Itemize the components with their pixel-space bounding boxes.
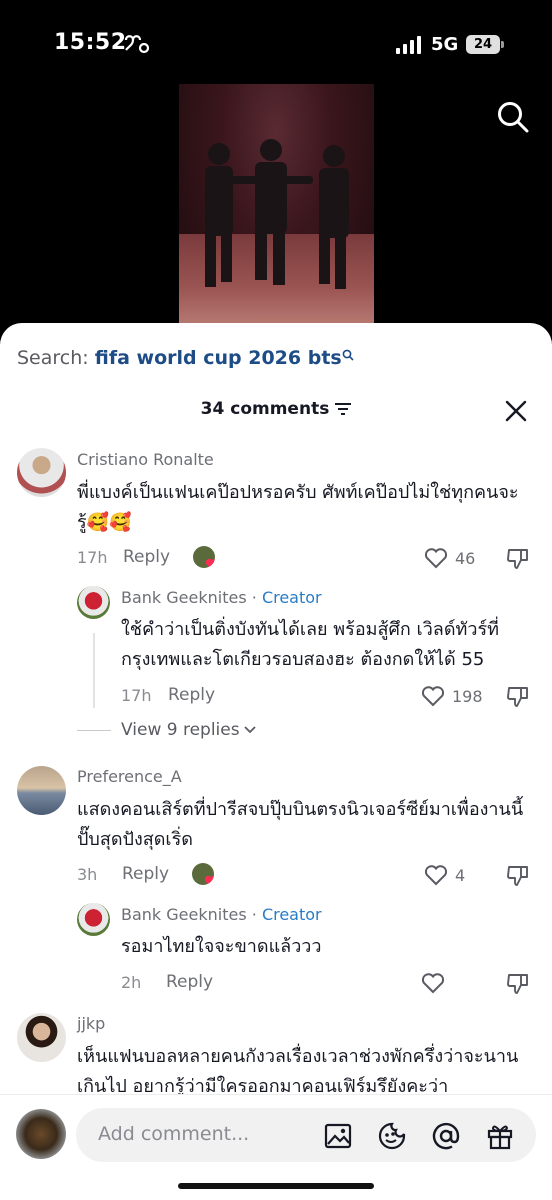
chevron-down-icon [243,726,256,734]
avatar[interactable] [17,766,66,815]
heart-outline-icon[interactable] [421,972,445,994]
heart-icon [204,875,214,885]
creator-liked-avatar [192,863,214,885]
battery-level: 24 [466,35,500,54]
heart-outline-icon[interactable] [421,685,445,707]
comment-time: 3h [77,865,98,884]
close-icon[interactable] [505,400,527,422]
status-bar: 15:52 5G 24 [0,0,552,90]
battery-indicator: 24 [466,35,504,54]
divider [77,729,111,731]
reply-user-name: Bank Geeknites [121,588,247,607]
comment-input-placeholder: Add comment... [98,1123,250,1145]
reply-button[interactable]: Reply [123,547,170,567]
dislike-icon[interactable] [506,547,530,569]
comment-input[interactable]: Add comment... [76,1108,536,1162]
search-icon [342,349,354,361]
reply-username[interactable]: Bank Geeknites · Creator [121,588,322,607]
image-icon[interactable] [324,1122,352,1150]
network-type: 5G [431,34,459,55]
separator: · [246,905,262,924]
my-avatar [16,1109,66,1159]
performers-figure [205,139,349,289]
reply-text: รอมาไทยใจจะขาดแล้ววว [121,936,322,957]
like-count: 198 [452,687,483,706]
thread-line [93,633,95,708]
search-icon[interactable] [496,100,530,134]
home-indicator [178,1183,374,1189]
comment-text: แสดงคอนเสิร์ตที่ปารีสจบปุ๊บบินตรงนิวเจอร… [77,799,524,850]
status-time: 15:52 [54,30,127,55]
search-query-link[interactable]: fifa world cup 2026 bts [95,347,342,369]
dislike-icon[interactable] [506,864,530,886]
comments-count-label: 34 comments [200,399,330,419]
comments-count[interactable]: 34 comments [0,399,552,427]
comment-username[interactable]: Preference_A [77,767,182,786]
related-search[interactable]: Search: fifa world cup 2026 bts [17,347,354,369]
dislike-icon[interactable] [506,972,530,994]
separator: · [246,588,262,607]
avatar[interactable] [17,1013,66,1062]
like-count: 4 [455,866,466,885]
reply-text: ใช้คำว่าเป็นติ่งบังทันได้เลย พร้อมสู้ศึก… [121,619,500,670]
dislike-icon[interactable] [506,685,530,707]
emoji-icon[interactable] [378,1122,406,1150]
comment-text: เห็นแฟนบอลหลายคนกังวลเรื่องเวลาช่วงพักคร… [77,1046,519,1097]
comment-time: 17h [77,548,108,567]
avatar[interactable] [77,903,110,936]
heart-icon [205,558,215,568]
filter-icon[interactable] [335,403,352,415]
avatar[interactable] [77,586,110,619]
signal-icon [396,36,421,54]
view-replies-button[interactable]: View 9 replies [77,720,256,740]
creator-badge: Creator [261,905,322,924]
creator-badge: Creator [261,588,322,607]
comment-text: พี่แบงค์เป็นแฟนเคป๊อปหรอครับ ศัพท์เคป๊อป… [77,482,519,533]
gift-icon[interactable] [486,1122,514,1150]
comment-username[interactable]: Cristiano Ronalte [77,450,214,469]
reply-button[interactable]: Reply [168,685,215,705]
comment-username[interactable]: jjkp [77,1014,105,1033]
battery-cap [501,41,504,48]
view-replies-label: View 9 replies [121,720,240,740]
comment-composer: Add comment... [0,1094,552,1200]
search-label: Search: [17,347,89,369]
reply-button[interactable]: Reply [166,972,213,992]
reply-time: 17h [121,686,152,705]
creator-liked-avatar [193,546,215,568]
heart-outline-icon[interactable] [424,547,448,569]
reply-time: 2h [121,973,142,992]
like-count: 46 [455,549,476,568]
reply-button[interactable]: Reply [122,864,169,884]
reply-username[interactable]: Bank Geeknites · Creator [121,905,322,924]
video-preview[interactable] [179,84,374,324]
avatar[interactable] [17,448,66,497]
reply-user-name: Bank Geeknites [121,905,247,924]
mention-icon[interactable] [432,1122,460,1150]
health-icon [124,35,150,54]
heart-outline-icon[interactable] [424,864,448,886]
comments-sheet: Search: fifa world cup 2026 bts 34 comme… [0,323,552,1200]
